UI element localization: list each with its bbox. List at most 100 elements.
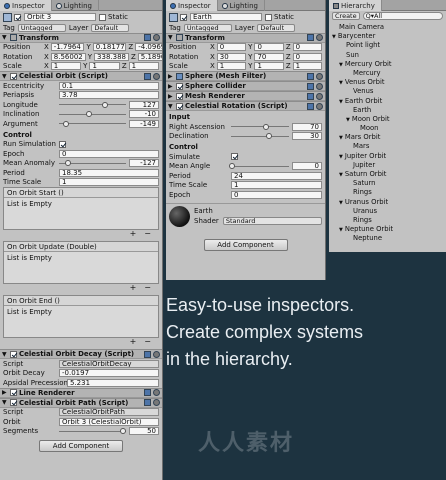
apsidal-precession-field[interactable]: 5.231 (67, 378, 159, 387)
plus-icon[interactable]: + (130, 284, 137, 293)
help-icon[interactable] (144, 72, 151, 80)
rotation-y[interactable]: 70 (254, 52, 284, 61)
collapse-arrow-icon[interactable]: ▼ (339, 227, 343, 233)
hierarchy-item[interactable]: Moon (332, 124, 443, 133)
orbit-decay-field[interactable]: -0.0197 (59, 369, 159, 378)
component-enabled-checkbox[interactable] (176, 82, 183, 90)
slider-knob[interactable] (65, 160, 72, 167)
minus-icon[interactable]: − (144, 284, 151, 293)
hierarchy-item[interactable]: ▼ Barycenter (332, 32, 443, 41)
slider-knob[interactable] (265, 133, 272, 140)
minus-icon[interactable]: − (144, 230, 151, 239)
component-enabled-checkbox[interactable] (176, 92, 183, 100)
hierarchy-item[interactable]: Sun (332, 51, 443, 60)
slider-knob[interactable] (86, 111, 93, 118)
collapse-arrow-icon[interactable]: ▼ (339, 80, 343, 86)
orbit-reference-field[interactable]: Orbit 3 (CelestialOrbit) (59, 417, 159, 426)
mesh-renderer-header[interactable]: ▶ Mesh Renderer (166, 91, 325, 101)
tag-dropdown[interactable]: Untagged (183, 23, 232, 32)
collapse-arrow-icon[interactable]: ▼ (346, 117, 350, 123)
scale-y[interactable]: 1 (254, 62, 284, 71)
gear-icon[interactable] (153, 72, 160, 80)
hierarchy-item[interactable]: ▼ Neptune Orbit (332, 225, 443, 234)
right-tab-lighting[interactable]: Lighting (218, 0, 265, 11)
hierarchy-item[interactable]: ▼ Mercury Orbit (332, 60, 443, 69)
declination-slider[interactable] (231, 132, 289, 140)
argument-slider[interactable] (59, 120, 126, 128)
right-tab-inspector[interactable]: Inspector (166, 0, 218, 11)
collapse-arrow-icon[interactable]: ▼ (339, 200, 343, 206)
periapsis-field[interactable]: 3.78 (59, 91, 159, 100)
sphere-collider-header[interactable]: ▶ Sphere Collider (166, 81, 325, 91)
right-ascension-slider[interactable] (231, 123, 289, 131)
hierarchy-item[interactable]: Point light (332, 41, 443, 50)
transform-header[interactable]: ▼ Transform (0, 32, 162, 43)
add-component-button[interactable]: Add Component (203, 238, 288, 251)
gear-icon[interactable] (153, 389, 160, 396)
collapse-arrow-icon[interactable]: ▼ (339, 62, 343, 68)
collapse-arrow-icon[interactable]: ▼ (339, 135, 343, 141)
component-enabled-checkbox[interactable] (10, 399, 17, 406)
tag-dropdown[interactable]: Untagged (17, 23, 66, 32)
active-checkbox[interactable] (14, 13, 21, 21)
mean-angle-field[interactable]: 0 (292, 162, 322, 171)
transform-header[interactable]: ▼ Transform (166, 32, 325, 43)
segments-slider[interactable] (59, 427, 126, 435)
hierarchy-item[interactable]: Uranus (332, 207, 443, 216)
gear-icon[interactable] (153, 350, 160, 358)
inclination-slider[interactable] (59, 110, 126, 118)
eccentricity-field[interactable]: 0.1 (59, 81, 159, 90)
layer-dropdown[interactable]: Default (91, 23, 130, 32)
position-y[interactable]: 0.18177 (92, 43, 127, 52)
event-list[interactable]: List is Empty (4, 198, 158, 229)
simulate-checkbox[interactable] (231, 153, 238, 161)
inclination-field[interactable]: -10 (129, 110, 159, 119)
component-enabled-checkbox[interactable] (10, 350, 17, 358)
position-y[interactable]: 0 (254, 43, 284, 52)
epoch-field[interactable]: 0 (59, 149, 159, 158)
position-z[interactable]: 0 (292, 43, 322, 52)
gear-icon[interactable] (316, 72, 323, 80)
mean-anomaly-slider[interactable] (59, 159, 126, 167)
hierarchy-item[interactable]: Earth (332, 106, 443, 115)
rotation-x[interactable]: 30 (216, 52, 247, 61)
hierarchy-item[interactable]: Main Camera (332, 23, 443, 32)
shader-dropdown[interactable]: Standard (222, 217, 322, 225)
event-list[interactable]: List is Empty (4, 252, 158, 283)
add-component-button[interactable]: Add Component (39, 440, 123, 452)
tab-hierarchy[interactable]: Hierarchy (329, 0, 382, 11)
celestial-orbit-header[interactable]: ▼ Celestial Orbit (Script) (0, 71, 162, 81)
scale-z[interactable]: 1 (292, 62, 322, 71)
minus-icon[interactable]: − (144, 338, 151, 347)
help-icon[interactable] (307, 34, 314, 41)
right-ascension-field[interactable]: 70 (292, 122, 322, 131)
rotation-z[interactable]: 5.18908 (137, 52, 162, 61)
slider-knob[interactable] (101, 101, 108, 108)
longitude-slider[interactable] (59, 101, 126, 109)
hierarchy-item[interactable]: ▼ Mars Orbit (332, 133, 443, 142)
collapse-arrow-icon[interactable]: ▼ (339, 99, 343, 105)
argument-field[interactable]: -149 (129, 119, 159, 128)
scale-y[interactable]: 1 (89, 62, 120, 71)
slider-knob[interactable] (62, 120, 69, 127)
create-dropdown[interactable]: Create (332, 12, 360, 20)
mean-angle-slider[interactable] (229, 162, 289, 170)
slider-knob[interactable] (229, 163, 236, 170)
hierarchy-item[interactable]: ▼ Saturn Orbit (332, 170, 443, 179)
gear-icon[interactable] (316, 34, 323, 41)
mesh-filter-header[interactable]: ▶ Sphere (Mesh Filter) (166, 71, 325, 81)
time-scale-field[interactable]: 1 (231, 181, 322, 190)
gear-icon[interactable] (316, 82, 323, 90)
mean-anomaly-field[interactable]: -127 (129, 159, 159, 168)
component-enabled-checkbox[interactable] (176, 102, 183, 110)
static-checkbox[interactable] (265, 13, 272, 21)
period-field[interactable]: 18.35 (59, 168, 159, 177)
rotation-x[interactable]: 8.56002 (50, 52, 86, 61)
plus-icon[interactable]: + (130, 338, 137, 347)
rotation-z[interactable]: 0 (292, 52, 322, 61)
hierarchy-item[interactable]: ▼ Moon Orbit (332, 115, 443, 124)
hierarchy-item[interactable]: ▼ Uranus Orbit (332, 198, 443, 207)
celestial-rotation-header[interactable]: ▼ Celestial Rotation (Script) (166, 101, 325, 111)
gear-icon[interactable] (153, 399, 160, 406)
hierarchy-item[interactable]: ▼ Venus Orbit (332, 78, 443, 87)
